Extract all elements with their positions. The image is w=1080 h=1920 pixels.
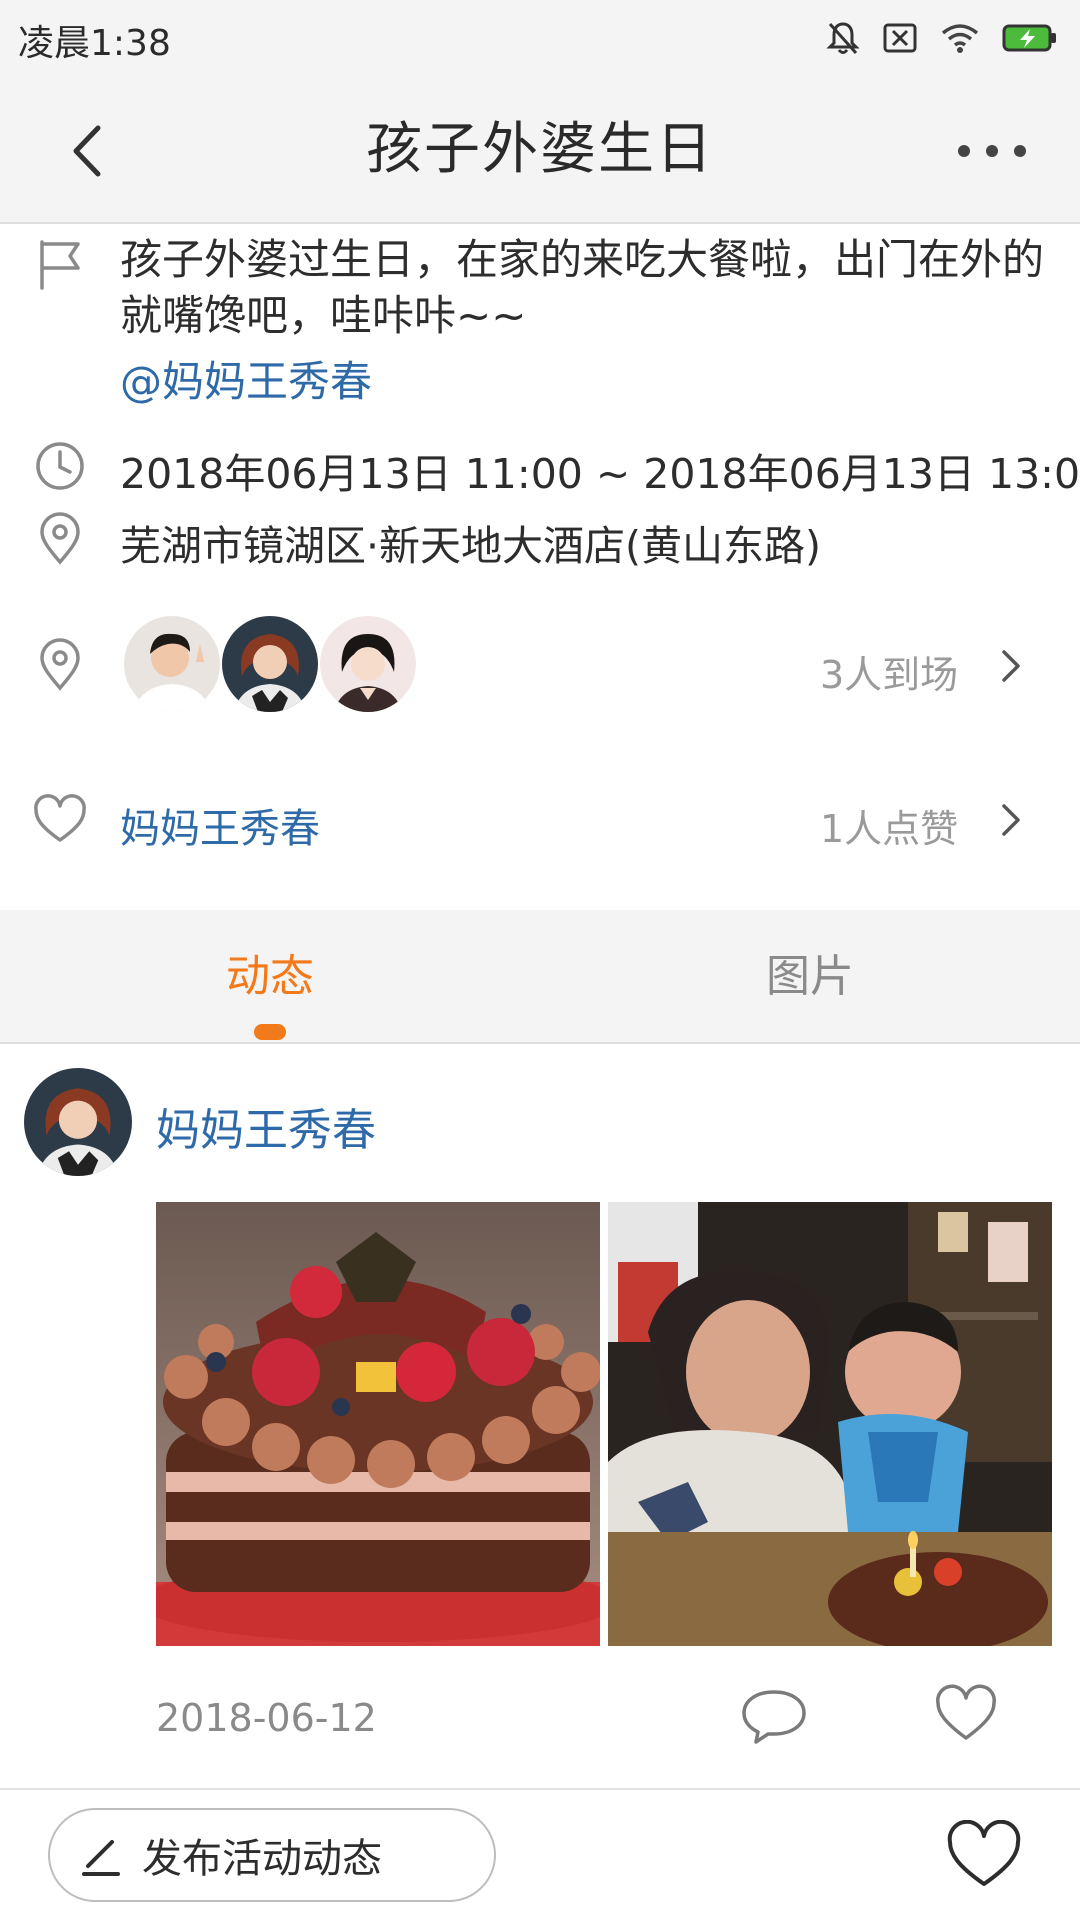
heart-outline-icon[interactable] (934, 1684, 998, 1744)
tab-photos[interactable]: 图片 (540, 910, 1080, 1044)
clock-icon (36, 442, 84, 490)
post-author-name[interactable]: 妈妈王秀春 (156, 1094, 376, 1158)
attendees-count[interactable]: 3人到场 (820, 644, 958, 699)
more-dots-icon (958, 145, 1026, 157)
active-tab-indicator (254, 1024, 286, 1040)
status-bar: 凌晨1:38 (0, 0, 1080, 76)
tab-bar: 动态 图片 (0, 910, 1080, 1044)
chevron-right-icon[interactable] (998, 800, 1024, 840)
event-location[interactable]: 芜湖市镜湖区·新天地大酒店(黄山东路) (120, 512, 821, 572)
attendee-avatar[interactable] (320, 616, 416, 712)
status-time: 凌晨1:38 (18, 23, 171, 64)
checkin-pin-icon (40, 638, 80, 691)
pencil-icon (82, 1840, 120, 1876)
comment-icon[interactable] (738, 1686, 810, 1746)
post-author-avatar[interactable] (24, 1068, 132, 1176)
sim-off-icon (883, 23, 917, 53)
attendee-avatar[interactable] (222, 616, 318, 712)
event-description: 孩子外婆过生日，在家的来吃大餐啦，出门在外的就嘴馋吧，哇咔咔~~ (120, 235, 1045, 340)
wifi-icon (941, 24, 979, 53)
chevron-left-icon (73, 125, 101, 177)
post-date: 2018-06-12 (156, 1696, 377, 1740)
back-button[interactable] (60, 116, 120, 186)
flag-icon (40, 240, 80, 290)
post-photo-cake[interactable] (156, 1202, 600, 1646)
liked-by-user[interactable]: 妈妈王秀春 (120, 796, 320, 854)
mute-bell-icon (826, 22, 860, 55)
event-time-range: 2018年06月13日 11:00 ~ 2018年06月13日 13:00 (120, 450, 1080, 498)
post-photo-birthday[interactable] (608, 1202, 1052, 1646)
page-title: 孩子外婆生日 (366, 117, 714, 182)
chevron-right-icon[interactable] (998, 646, 1024, 686)
bottom-bar: 发布活动动态 (0, 1788, 1080, 1920)
battery-charging-icon (1002, 24, 1056, 52)
attendee-avatar[interactable] (124, 616, 220, 712)
publish-activity-button[interactable]: 发布活动动态 (48, 1808, 496, 1902)
status-icons (826, 18, 1058, 58)
publish-activity-label: 发布活动动态 (142, 1836, 382, 1882)
heart-outline-icon[interactable] (32, 792, 88, 848)
heart-outline-icon[interactable] (946, 1820, 1022, 1890)
app-header: 孩子外婆生日 (0, 76, 1080, 224)
location-pin-icon (40, 512, 80, 565)
likes-count[interactable]: 1人点赞 (820, 798, 958, 853)
more-options-button[interactable] (950, 126, 1060, 176)
mention-link[interactable]: @妈妈王秀春 (120, 348, 372, 409)
